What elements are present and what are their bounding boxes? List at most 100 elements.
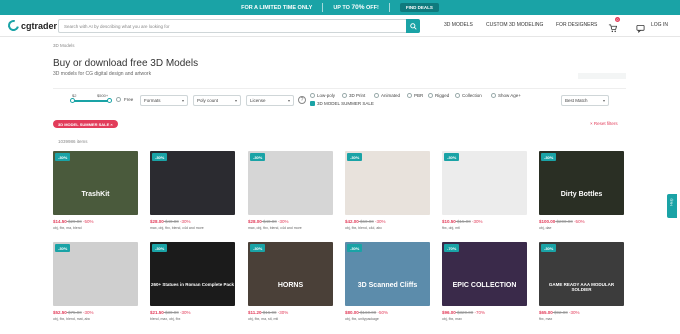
file-formats: obj, fbx, unitypackage bbox=[345, 317, 379, 321]
nav-3d-models[interactable]: 3D MODELS bbox=[444, 22, 473, 28]
search-input[interactable]: Search with AI by describing what you ar… bbox=[59, 24, 406, 29]
price-slider-max-handle[interactable] bbox=[107, 98, 112, 103]
file-formats: max, obj, fbx, blend, c4d and more bbox=[248, 226, 302, 230]
price-discount: -30% bbox=[178, 219, 191, 224]
price-slider-min-handle[interactable] bbox=[70, 98, 75, 103]
promo-divider bbox=[322, 3, 324, 12]
price-row: $28.00 $40.00 -30% bbox=[248, 219, 333, 224]
product-thumbnail[interactable]: -30% bbox=[442, 151, 527, 215]
promo-bar: FOR A LIMITED TIME ONLY UP TO 70% OFF! F… bbox=[0, 0, 680, 15]
pbr-checkbox[interactable] bbox=[407, 93, 412, 98]
help-side-tab[interactable]: Help bbox=[667, 194, 677, 218]
product-card[interactable]: -30% $10.50 $15.00 -30% fbx, obj, mtl bbox=[442, 151, 527, 230]
price-current: $100.00 bbox=[539, 219, 556, 224]
poly-count-dropdown[interactable]: Poly count ▾ bbox=[193, 95, 241, 106]
product-card[interactable]: -30% $28.00 $40.00 -30% max, obj, fbx, ble… bbox=[150, 151, 235, 230]
product-card[interactable]: -30% 260+ Statues in Roman Complete Pack $… bbox=[150, 242, 235, 321]
promo-divider bbox=[388, 3, 390, 12]
product-card[interactable]: -30% TrashKit $14.50 $29.00 -50% obj, fbx, … bbox=[53, 151, 138, 230]
price-slider[interactable] bbox=[72, 100, 110, 102]
price-row: $96.00 $320.00 -70% bbox=[442, 310, 527, 315]
page-title: Buy or download free 3D Models bbox=[53, 58, 199, 69]
price-discount: -30% bbox=[567, 310, 580, 315]
nav-for-designers[interactable]: FOR DESIGNERS bbox=[556, 22, 597, 28]
product-card[interactable]: -30% GAME READY AAA MODULAR SOLDIER $65.00… bbox=[539, 242, 624, 321]
price-original: $160.00 bbox=[358, 310, 377, 315]
help-icon[interactable]: ? bbox=[298, 96, 306, 104]
product-thumbnail[interactable]: -70% EPIC COLLECTION bbox=[442, 242, 527, 306]
chevron-down-icon: ▾ bbox=[234, 98, 237, 103]
animated-checkbox[interactable] bbox=[374, 93, 379, 98]
thumbnail-caption: Dirty Bottles bbox=[560, 191, 603, 198]
file-formats: obj, dae bbox=[539, 226, 552, 230]
product-card[interactable]: -30% $42.00 $60.00 -30% obj, fbx, blend, c… bbox=[345, 151, 430, 230]
price-discount: -50% bbox=[81, 219, 94, 224]
chevron-down-icon: ▾ bbox=[287, 98, 290, 103]
discount-badge: -30% bbox=[55, 153, 71, 161]
rigged-checkbox[interactable] bbox=[428, 93, 433, 98]
price-current: $28.00 bbox=[150, 219, 164, 224]
product-card[interactable]: -30% Dirty Bottles $100.00 $200.00 -50% obj… bbox=[539, 151, 624, 230]
login-link[interactable]: LOG IN bbox=[651, 22, 668, 28]
rigged-label: Rigged bbox=[435, 93, 450, 98]
thumbnail-caption: 260+ Statues in Roman Complete Pack bbox=[151, 282, 234, 287]
logo[interactable]: cgtrader bbox=[5, 17, 57, 34]
search-icon bbox=[409, 22, 417, 30]
search-bar[interactable]: Search with AI by describing what you ar… bbox=[58, 19, 420, 33]
cart-icon bbox=[608, 24, 618, 33]
discount-badge: -30% bbox=[152, 244, 168, 252]
reset-filters-link[interactable]: × Reset filters bbox=[590, 121, 618, 126]
product-card[interactable]: -30% $52.50 $75.00 -30% obj, fbx, blend, m… bbox=[53, 242, 138, 321]
product-thumbnail[interactable]: -30% bbox=[345, 151, 430, 215]
nav-custom-modeling[interactable]: CUSTOM 3D MODELING bbox=[486, 22, 543, 28]
site-header: cgtrader Search with AI by describing wh… bbox=[0, 15, 680, 37]
license-dropdown[interactable]: License ▾ bbox=[246, 95, 294, 106]
active-filter-chip[interactable]: 3D MODEL SUMMER SALE × bbox=[53, 120, 118, 128]
breadcrumb[interactable]: 3D Models bbox=[53, 43, 75, 48]
page-subtitle: 3D models for CG digital design and artw… bbox=[53, 71, 152, 77]
free-checkbox[interactable] bbox=[116, 97, 121, 102]
product-thumbnail[interactable]: -30% HORNS bbox=[248, 242, 333, 306]
file-formats: obj, fbx, blend, mat, abc bbox=[53, 317, 91, 321]
product-thumbnail[interactable]: -30% GAME READY AAA MODULAR SOLDIER bbox=[539, 242, 624, 306]
collection-checkbox[interactable] bbox=[455, 93, 460, 98]
price-original: $200.00 bbox=[555, 219, 573, 224]
product-card[interactable]: -30% HORNS $11.20 $16.00 -30% obj, fbx, ma,… bbox=[248, 242, 333, 321]
product-card[interactable]: -70% EPIC COLLECTION $96.00 $320.00 -70% ob… bbox=[442, 242, 527, 321]
notifications-button[interactable] bbox=[636, 20, 645, 38]
product-thumbnail[interactable]: -30% bbox=[150, 151, 235, 215]
lowpoly-checkbox[interactable] bbox=[310, 93, 315, 98]
cart-button[interactable]: 0 bbox=[608, 17, 620, 38]
price-current: $28.00 bbox=[248, 219, 262, 224]
product-thumbnail[interactable]: -30% bbox=[248, 151, 333, 215]
discount-badge: -30% bbox=[250, 244, 266, 252]
product-thumbnail[interactable]: -30% Dirty Bottles bbox=[539, 151, 624, 215]
find-deals-button[interactable]: FIND DEALS bbox=[399, 3, 439, 12]
animated-label: Animated bbox=[381, 93, 401, 98]
cart-badge: 0 bbox=[615, 17, 620, 22]
discount-badge: -30% bbox=[347, 153, 363, 161]
price-current: $42.00 bbox=[345, 219, 359, 224]
price-row: $42.00 $60.00 -30% bbox=[345, 219, 430, 224]
thumbnail-caption: HORNS bbox=[277, 282, 304, 289]
product-card[interactable]: -30% 3D Scanned Cliffs $80.00 $160.00 -50%… bbox=[345, 242, 430, 321]
price-current: $21.50 bbox=[150, 310, 164, 315]
file-formats: fbx, max bbox=[539, 317, 553, 321]
product-card[interactable]: -30% $28.00 $40.00 -30% max, obj, fbx, ble… bbox=[248, 151, 333, 230]
product-thumbnail[interactable]: -30% 260+ Statues in Roman Complete Pack bbox=[150, 242, 235, 306]
showage-checkbox[interactable] bbox=[491, 93, 496, 98]
product-thumbnail[interactable]: -30% bbox=[53, 242, 138, 306]
sort-dropdown[interactable]: Best Match ▾ bbox=[561, 95, 609, 106]
summer-sale-checkbox[interactable] bbox=[310, 101, 315, 106]
3dprint-checkbox[interactable] bbox=[342, 93, 347, 98]
price-row: $21.50 $30.00 -30% bbox=[150, 310, 235, 315]
price-current: $10.50 bbox=[442, 219, 456, 224]
product-thumbnail[interactable]: -30% 3D Scanned Cliffs bbox=[345, 242, 430, 306]
formats-dropdown[interactable]: Formats ▾ bbox=[140, 95, 188, 106]
product-thumbnail[interactable]: -30% TrashKit bbox=[53, 151, 138, 215]
file-formats: obj, fbx, ma, blend bbox=[53, 226, 82, 230]
file-formats: fbx, obj, mtl bbox=[442, 226, 460, 230]
chevron-down-icon: ▾ bbox=[602, 98, 605, 103]
discount-badge: -30% bbox=[152, 153, 168, 161]
search-button[interactable] bbox=[406, 19, 420, 33]
